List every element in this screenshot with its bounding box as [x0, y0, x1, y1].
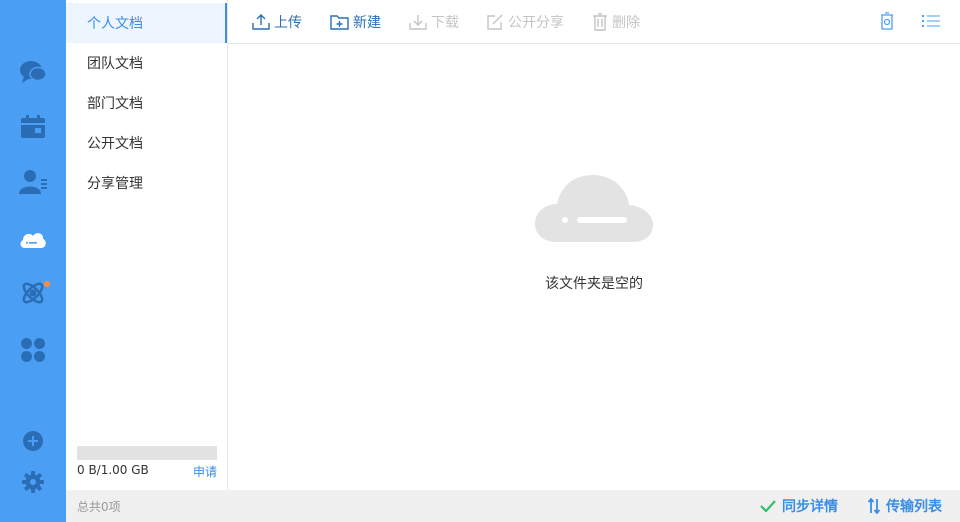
nav-item-public-docs[interactable]: 公开文档	[66, 123, 227, 163]
nav-item-department-docs[interactable]: 部门文档	[66, 83, 227, 123]
sync-details-button[interactable]: 同步详情	[760, 496, 838, 516]
cloud-drive-icon	[20, 233, 46, 248]
transfer-arrows-icon	[868, 498, 880, 514]
list-view-button[interactable]	[922, 14, 940, 32]
gear-icon	[22, 471, 44, 493]
trash-icon	[593, 12, 607, 31]
chat-icon	[20, 61, 47, 83]
add-circle-icon	[23, 431, 43, 451]
transfer-list-button[interactable]: 传输列表	[868, 496, 942, 516]
transfer-list-label: 传输列表	[886, 499, 942, 515]
public-share-label: 公开分享	[508, 14, 564, 31]
chat-button[interactable]	[0, 52, 66, 92]
app-rail	[0, 0, 66, 522]
sync-details-label: 同步详情	[782, 499, 838, 515]
nav-item-share-management[interactable]: 分享管理	[66, 163, 227, 203]
add-button[interactable]	[0, 421, 66, 461]
file-list-area: 该文件夹是空的	[228, 45, 960, 490]
apply-quota-link[interactable]: 申请	[193, 463, 217, 480]
new-label: 新建	[353, 14, 381, 31]
file-toolbar: 上传 新建 下载 公开分享 删除	[228, 0, 960, 44]
recycle-bin-icon	[881, 12, 893, 30]
delete-button[interactable]: 删除	[592, 12, 640, 32]
nav-item-personal-docs[interactable]: 个人文档	[66, 3, 227, 43]
atom-icon	[22, 282, 44, 304]
apps-icon	[21, 338, 45, 362]
delete-label: 删除	[612, 14, 640, 31]
calendar-icon	[21, 115, 45, 138]
nav-item-label: 分享管理	[87, 176, 143, 192]
download-label: 下载	[431, 14, 459, 31]
new-folder-icon	[330, 14, 349, 30]
nav-item-label: 个人文档	[87, 16, 143, 32]
download-button[interactable]: 下载	[409, 12, 459, 32]
notification-badge	[44, 281, 50, 287]
settings-button[interactable]	[0, 462, 66, 502]
contacts-button[interactable]	[0, 162, 66, 202]
contacts-icon	[19, 170, 47, 194]
cloud-drive-button[interactable]	[0, 219, 66, 259]
empty-state: 该文件夹是空的	[228, 173, 960, 293]
empty-cloud-icon	[535, 175, 653, 242]
download-icon	[409, 14, 427, 30]
edit-share-icon	[487, 14, 503, 30]
item-count: 总共0项	[77, 499, 121, 514]
nav-item-label: 团队文档	[87, 56, 143, 72]
atom-button[interactable]	[0, 273, 66, 313]
upload-button[interactable]: 上传	[252, 12, 302, 32]
check-icon	[760, 500, 776, 512]
nav-item-label: 部门文档	[87, 96, 143, 112]
storage-quota: 0 B/1.00 GB 申请	[77, 446, 217, 480]
empty-message: 该文件夹是空的	[545, 276, 643, 292]
status-bar: 总共0项 同步详情 传输列表	[66, 490, 960, 522]
calendar-button[interactable]	[0, 107, 66, 147]
nav-item-label: 公开文档	[87, 136, 143, 152]
upload-label: 上传	[274, 14, 302, 31]
apps-button[interactable]	[0, 330, 66, 370]
quota-bar	[77, 446, 217, 460]
document-nav: 个人文档 团队文档 部门文档 公开文档 分享管理 0 B/1.00 GB 申请	[66, 0, 228, 490]
list-view-icon	[922, 15, 940, 27]
upload-icon	[252, 13, 270, 30]
recycle-bin-button[interactable]	[880, 12, 894, 34]
nav-item-team-docs[interactable]: 团队文档	[66, 43, 227, 83]
public-share-button[interactable]: 公开分享	[487, 12, 564, 32]
quota-text: 0 B/1.00 GB	[77, 463, 149, 477]
new-button[interactable]: 新建	[330, 12, 381, 32]
